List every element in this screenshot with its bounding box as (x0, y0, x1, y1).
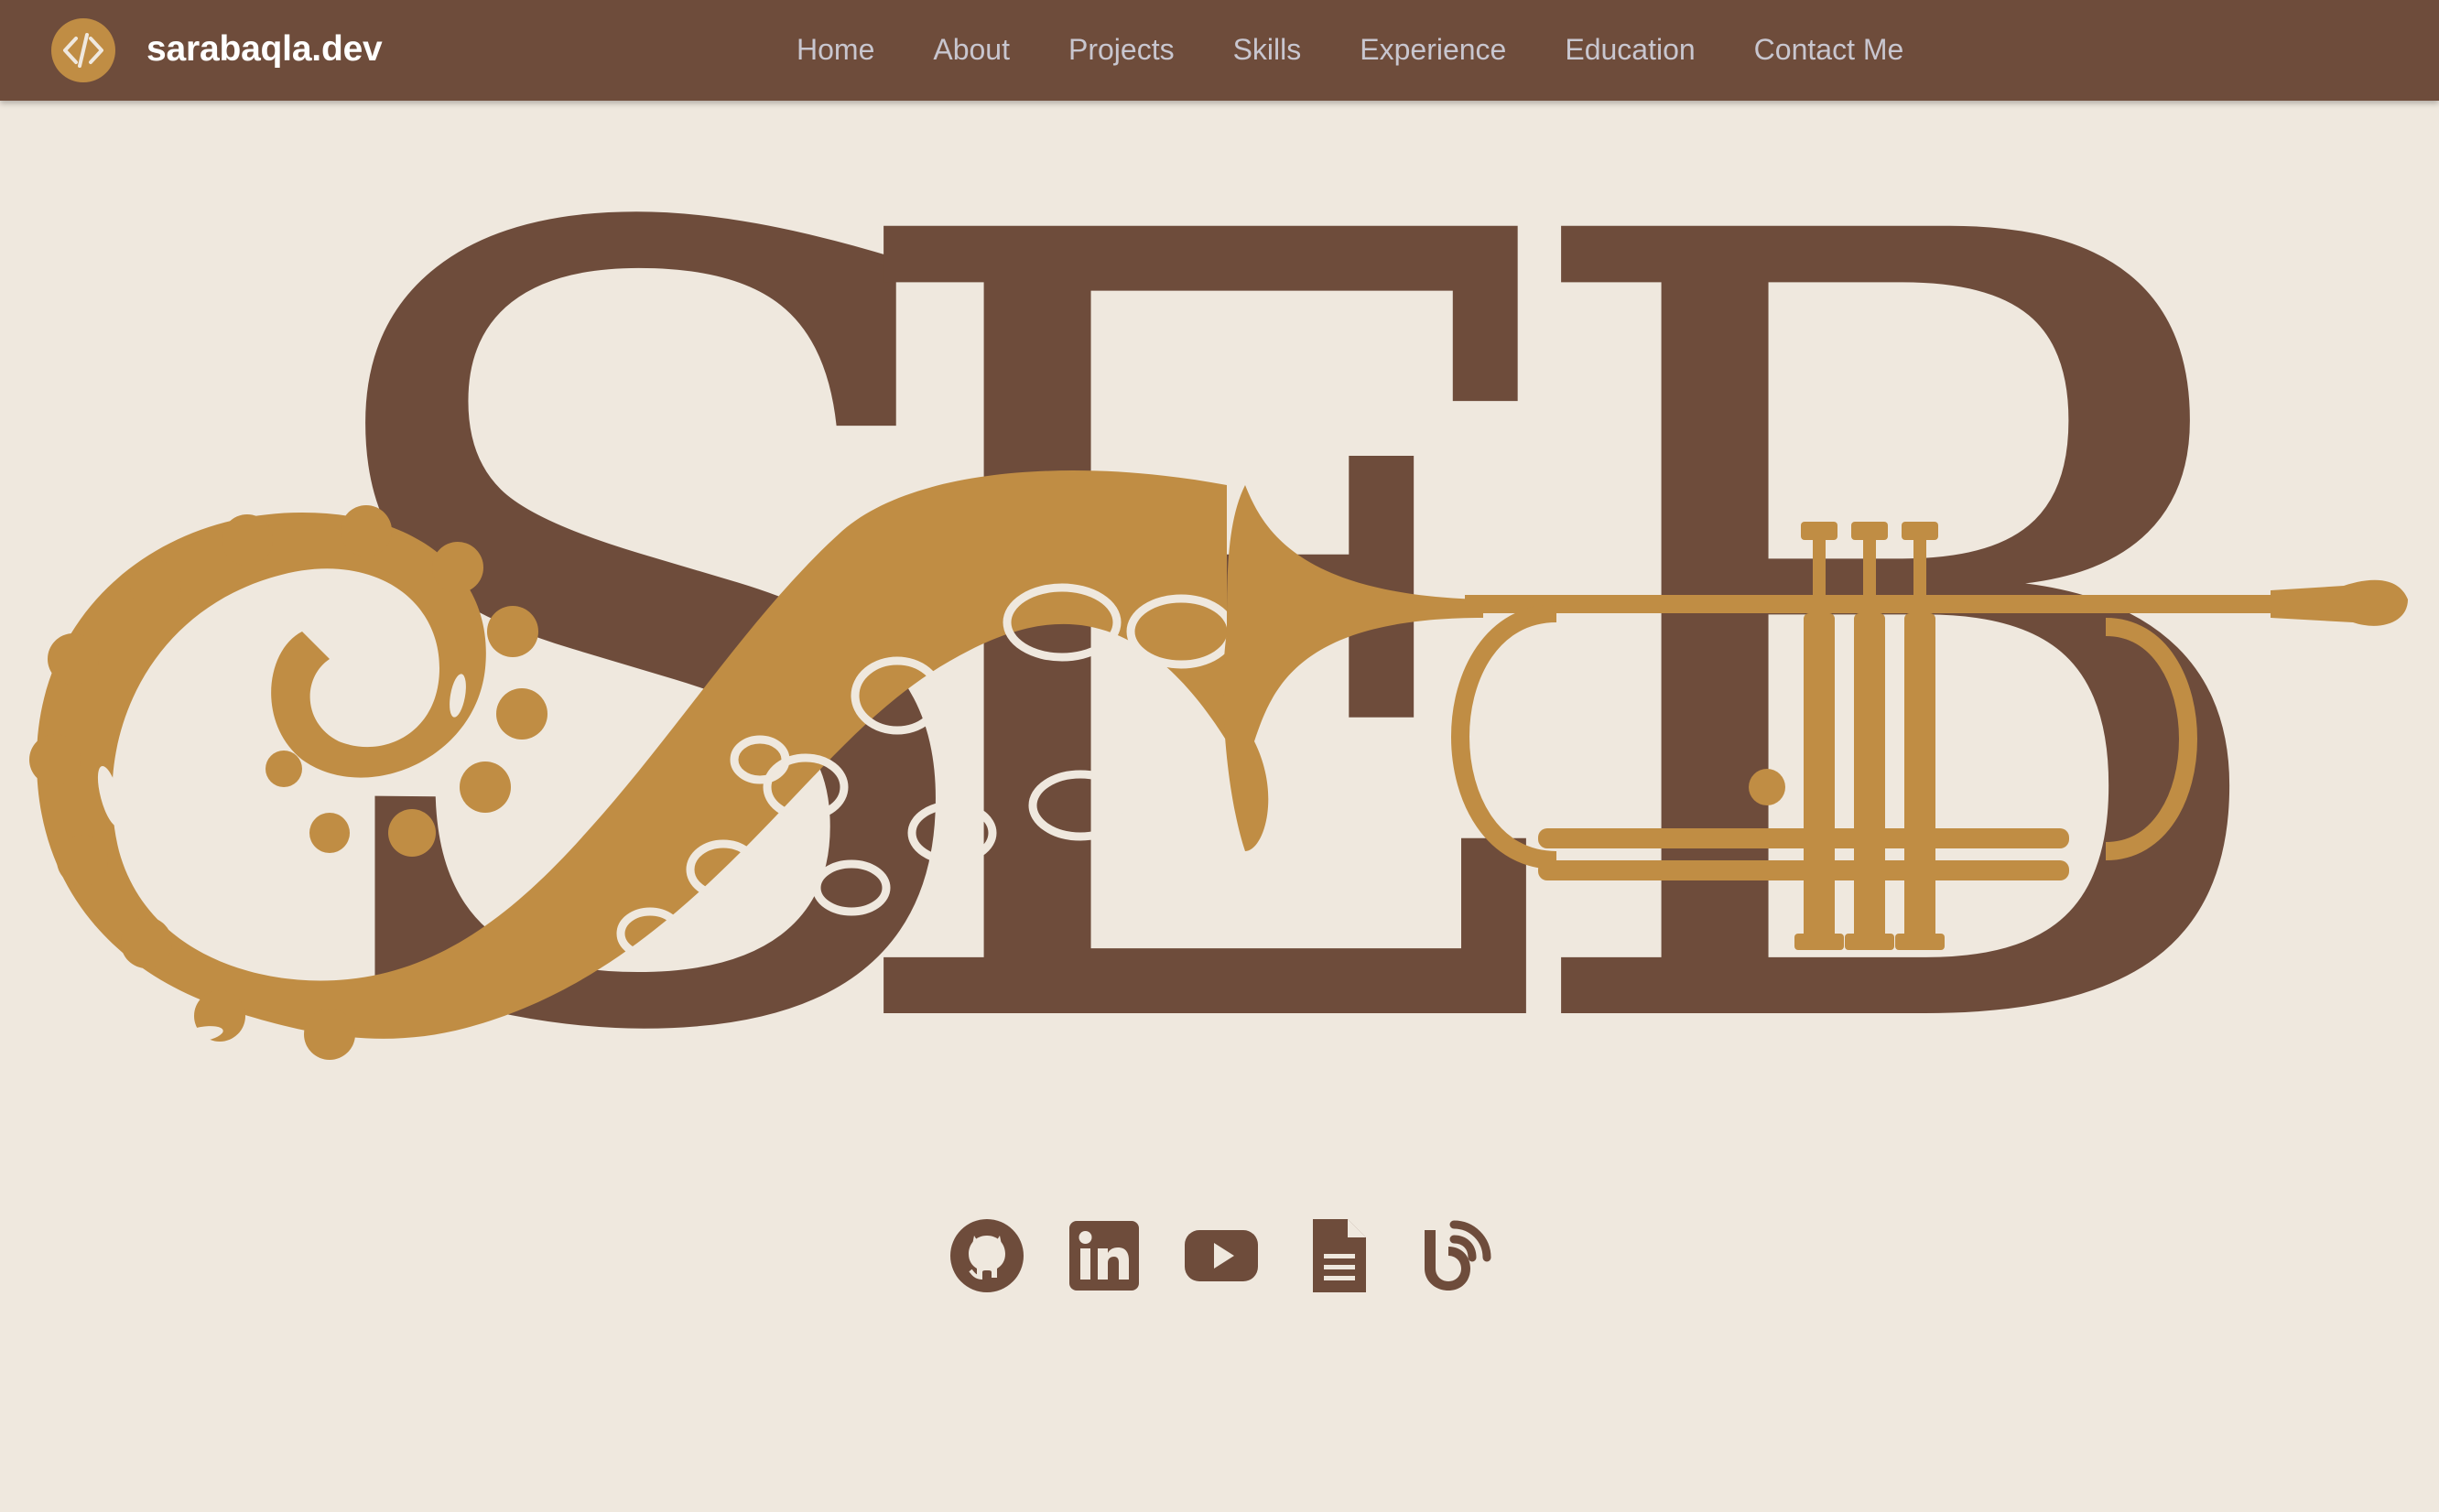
linkedin-link[interactable] (1066, 1217, 1143, 1294)
blog-icon (1417, 1217, 1494, 1294)
logo-home-link[interactable] (51, 18, 115, 82)
social-links (948, 1217, 1494, 1294)
resume-link[interactable] (1300, 1217, 1377, 1294)
hero-section: S E B (0, 101, 2439, 1199)
github-icon (948, 1217, 1025, 1294)
document-icon (1300, 1217, 1377, 1294)
trumpet-illustration (1223, 485, 2408, 950)
youtube-link[interactable] (1183, 1217, 1260, 1294)
youtube-icon (1183, 1217, 1260, 1294)
linkedin-icon (1066, 1217, 1143, 1294)
blog-link[interactable] (1417, 1217, 1494, 1294)
github-link[interactable] (948, 1217, 1025, 1294)
